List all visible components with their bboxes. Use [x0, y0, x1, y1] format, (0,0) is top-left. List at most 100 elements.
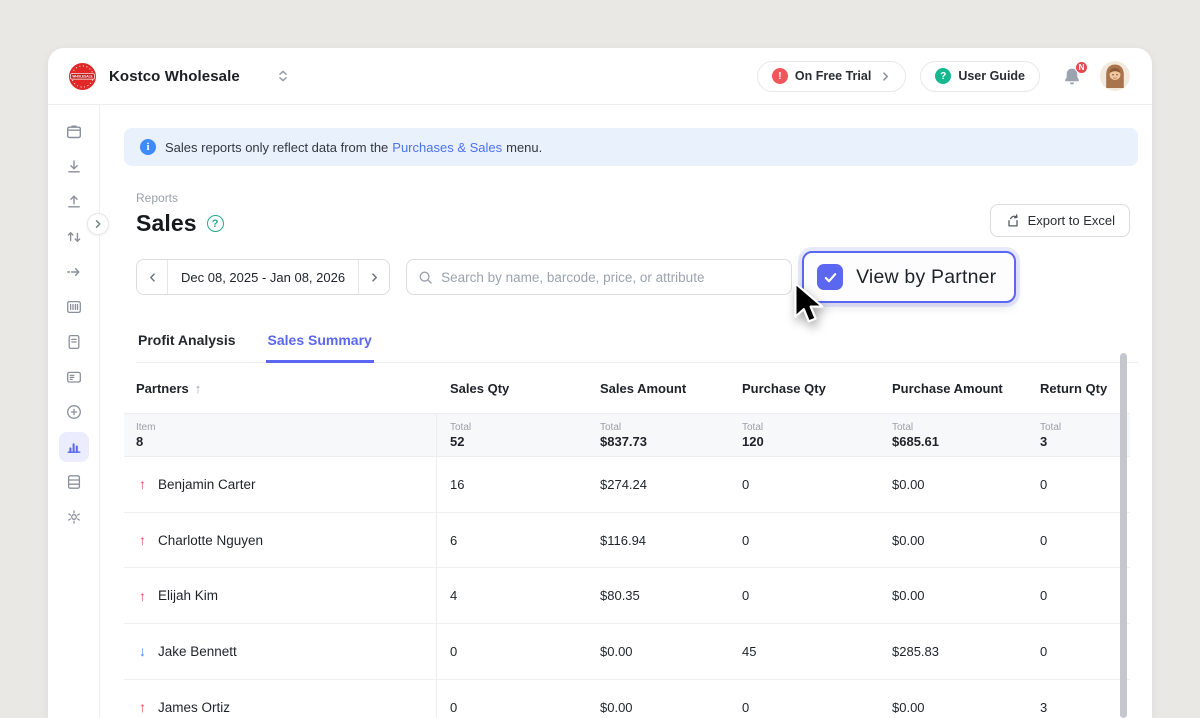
sidebar-item-settings[interactable]	[59, 502, 89, 532]
table-header-row: Partners ↑ Sales Qty Sales Amount Purcha…	[124, 363, 1130, 413]
page-content: i Sales reports only reflect data from t…	[100, 105, 1152, 718]
trend-arrow-icon: ↑	[136, 699, 149, 715]
purchase-qty-cell: 0	[729, 477, 879, 492]
purchases-sales-link[interactable]: Purchases & Sales	[392, 140, 502, 155]
sidebar-item-reports[interactable]	[59, 432, 89, 462]
upload-icon	[65, 193, 83, 211]
summary-total-label: Total	[1040, 422, 1130, 433]
table-body: ↑ Benjamin Carter 16 $274.24 0 $0.00 0 ↑…	[124, 457, 1130, 718]
summary-total-cell: Total$837.73	[587, 414, 729, 456]
trend-arrow-icon: ↑	[136, 588, 149, 604]
sidebar-item-add[interactable]	[59, 397, 89, 427]
export-to-excel-button[interactable]: Export to Excel	[990, 204, 1130, 237]
sidebar-item-cards[interactable]	[59, 362, 89, 392]
sidebar-item-storage-box[interactable]	[59, 117, 89, 147]
sidebar-item-import[interactable]	[59, 152, 89, 182]
sales-amount-cell: $80.35	[587, 588, 729, 603]
previous-period-button[interactable]	[137, 260, 168, 294]
summary-total-value: 3	[1040, 434, 1130, 449]
notifications-button[interactable]: N	[1062, 66, 1082, 87]
column-header-return-qty[interactable]: Return Qty	[1027, 381, 1130, 396]
vertical-scrollbar[interactable]	[1120, 353, 1127, 718]
company-switcher-icon[interactable]	[276, 69, 290, 83]
column-header-purchase-qty[interactable]: Purchase Qty	[729, 381, 879, 396]
company-logo: WHOLESALE	[68, 62, 97, 91]
sales-qty-cell: 6	[437, 533, 587, 548]
partner-name: Charlotte Nguyen	[158, 533, 263, 548]
table-row[interactable]: ↑ Elijah Kim 4 $80.35 0 $0.00 0	[124, 568, 1130, 624]
purchase-amount-cell: $0.00	[879, 477, 1027, 492]
plus-circle-icon	[65, 403, 83, 421]
company-name: Kostco Wholesale	[109, 68, 240, 85]
info-banner: i Sales reports only reflect data from t…	[124, 128, 1138, 166]
search-input[interactable]	[441, 270, 780, 285]
return-qty-cell: 0	[1027, 477, 1130, 492]
return-qty-cell: 0	[1027, 644, 1130, 659]
help-icon[interactable]: ?	[207, 215, 224, 232]
table-row[interactable]: ↑ James Ortiz 0 $0.00 0 $0.00 3	[124, 680, 1130, 718]
purchase-qty-cell: 0	[729, 588, 879, 603]
barcode-icon	[65, 298, 83, 316]
partner-cell: ↑ James Ortiz	[124, 680, 437, 718]
summary-total-cell: Total$685.61	[879, 414, 1027, 456]
sales-qty-cell: 0	[437, 644, 587, 659]
trend-arrow-icon: ↓	[136, 643, 149, 659]
page-head: Reports Sales ? Export to Excel	[136, 191, 1130, 237]
checkbox-checked-icon[interactable]	[817, 264, 843, 290]
user-guide-button[interactable]: ? User Guide	[920, 61, 1040, 92]
purchase-amount-cell: $0.00	[879, 588, 1027, 603]
summary-total-cell: Total3	[1027, 414, 1130, 456]
user-avatar[interactable]	[1100, 61, 1130, 91]
sidebar-item-barcode[interactable]	[59, 292, 89, 322]
column-header-sales-qty[interactable]: Sales Qty	[437, 381, 587, 396]
card-list-icon	[65, 368, 83, 386]
free-trial-label: On Free Trial	[795, 69, 871, 83]
date-range-picker: Dec 08, 2025 - Jan 08, 2026	[136, 259, 390, 295]
purchase-qty-cell: 0	[729, 700, 879, 715]
report-tabs: Profit Analysis Sales Summary	[136, 326, 1138, 363]
purchase-amount-cell: $0.00	[879, 533, 1027, 548]
sidebar-item-documents[interactable]	[59, 327, 89, 357]
summary-total-value: $685.61	[892, 434, 1027, 449]
summary-total-label: Total	[450, 422, 587, 433]
table-row[interactable]: ↓ Jake Bennett 0 $0.00 45 $285.83 0	[124, 624, 1130, 680]
sidebar-item-dispatch[interactable]	[59, 257, 89, 287]
banner-text-after: menu.	[506, 140, 542, 155]
database-icon	[65, 473, 83, 491]
summary-total-cell: Total120	[729, 414, 879, 456]
view-by-partner-label: View by Partner	[856, 266, 996, 289]
page-title: Sales	[136, 210, 197, 237]
chevron-right-icon	[369, 272, 380, 283]
tab-sales-summary[interactable]: Sales Summary	[266, 326, 374, 363]
free-trial-button[interactable]: ! On Free Trial	[757, 61, 906, 92]
partner-cell: ↑ Elijah Kim	[124, 568, 437, 623]
info-icon: i	[140, 139, 156, 155]
column-header-partners[interactable]: Partners ↑	[124, 381, 437, 396]
view-by-partner-toggle[interactable]: View by Partner	[802, 251, 1016, 303]
sales-qty-cell: 16	[437, 477, 587, 492]
table-row[interactable]: ↑ Benjamin Carter 16 $274.24 0 $0.00 0	[124, 457, 1130, 513]
summary-total-cell: Total52	[437, 414, 587, 456]
sidebar-nav	[48, 105, 100, 718]
sidebar-item-database[interactable]	[59, 467, 89, 497]
banner-text-before: Sales reports only reflect data from the	[165, 140, 388, 155]
next-period-button[interactable]	[358, 260, 389, 294]
column-header-purchase-amount[interactable]: Purchase Amount	[879, 381, 1027, 396]
purchase-qty-cell: 45	[729, 644, 879, 659]
column-header-sales-amount[interactable]: Sales Amount	[587, 381, 729, 396]
table-row[interactable]: ↑ Charlotte Nguyen 6 $116.94 0 $0.00 0	[124, 513, 1130, 569]
sidebar-expand-button[interactable]	[87, 213, 109, 235]
partner-cell: ↑ Charlotte Nguyen	[124, 513, 437, 568]
search-icon	[418, 270, 433, 285]
tab-profit-analysis[interactable]: Profit Analysis	[136, 326, 238, 363]
breadcrumb: Reports	[136, 191, 224, 205]
summary-total-value: 52	[450, 434, 587, 449]
dashed-arrow-right-icon	[65, 263, 83, 281]
date-range-value[interactable]: Dec 08, 2025 - Jan 08, 2026	[168, 260, 358, 294]
sidebar-item-transfer[interactable]	[59, 222, 89, 252]
summary-total-label: Total	[892, 422, 1027, 433]
question-icon: ?	[935, 68, 951, 84]
partner-cell: ↓ Jake Bennett	[124, 624, 437, 679]
desktop-background: WHOLESALE Kostco Wholesale ! On Free Tri…	[0, 0, 1200, 718]
sidebar-item-export[interactable]	[59, 187, 89, 217]
